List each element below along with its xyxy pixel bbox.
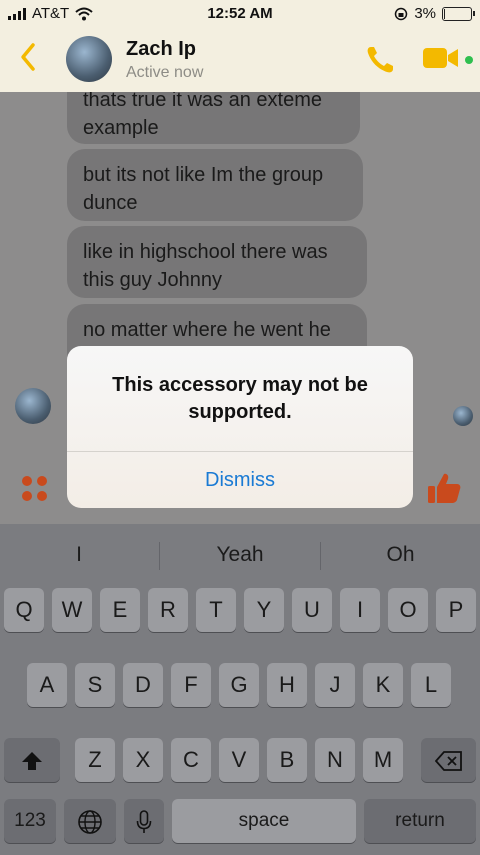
- key-r[interactable]: R: [148, 588, 188, 632]
- contact-avatar[interactable]: [66, 36, 112, 82]
- battery-percent: 3%: [414, 5, 436, 22]
- shift-arrow-icon: [22, 752, 42, 771]
- key-b[interactable]: B: [267, 738, 307, 782]
- phone-call-icon[interactable]: [364, 44, 396, 76]
- key-c[interactable]: C: [171, 738, 211, 782]
- key-o[interactable]: O: [388, 588, 428, 632]
- backspace-icon: [434, 751, 462, 772]
- return-key[interactable]: return: [364, 799, 476, 843]
- space-key[interactable]: space: [172, 799, 356, 843]
- shift-key[interactable]: [4, 738, 60, 782]
- key-q[interactable]: Q: [4, 588, 44, 632]
- key-z[interactable]: Z: [75, 738, 115, 782]
- key-m[interactable]: M: [363, 738, 403, 782]
- read-receipt-avatar: [453, 406, 473, 426]
- globe-key[interactable]: [64, 799, 116, 843]
- message-bubble[interactable]: but its not like Im the group dunce: [67, 149, 363, 221]
- key-v[interactable]: V: [219, 738, 259, 782]
- message-bubble[interactable]: like in highschool there was this guy Jo…: [67, 226, 367, 298]
- backspace-key[interactable]: [421, 738, 476, 782]
- key-f[interactable]: F: [171, 663, 211, 707]
- sender-avatar: [15, 388, 51, 424]
- prediction-2[interactable]: Yeah: [160, 524, 320, 586]
- contact-name[interactable]: Zach Ip: [126, 38, 196, 61]
- battery-fill: [444, 8, 445, 19]
- key-d[interactable]: D: [123, 663, 163, 707]
- video-call-icon[interactable]: [422, 46, 462, 70]
- key-l[interactable]: L: [411, 663, 451, 707]
- key-p[interactable]: P: [436, 588, 476, 632]
- back-chevron-icon[interactable]: [20, 42, 36, 72]
- key-h[interactable]: H: [267, 663, 307, 707]
- more-actions-icon[interactable]: [22, 476, 48, 502]
- messenger-screen: AT&T 12:52 AM 3% Zach Ip Active now that…: [0, 0, 480, 855]
- microphone-icon: [136, 810, 152, 834]
- key-e[interactable]: E: [100, 588, 140, 632]
- key-s[interactable]: S: [75, 663, 115, 707]
- prediction-1[interactable]: I: [0, 524, 158, 586]
- alert-message: This accessory may not be supported.: [112, 374, 368, 423]
- key-k[interactable]: K: [363, 663, 403, 707]
- dismiss-button[interactable]: Dismiss: [67, 452, 413, 508]
- chat-header: Zach Ip Active now: [0, 28, 480, 92]
- battery-icon: [442, 6, 475, 21]
- key-y[interactable]: Y: [244, 588, 284, 632]
- prediction-3[interactable]: Oh: [321, 524, 480, 586]
- online-indicator: [465, 56, 473, 64]
- message-bubble[interactable]: thats true it was an exteme example: [67, 92, 360, 144]
- key-g[interactable]: G: [219, 663, 259, 707]
- keyboard: I Yeah Oh Q W E R T Y U I O P A S D F G …: [0, 524, 480, 855]
- key-u[interactable]: U: [292, 588, 332, 632]
- numbers-key[interactable]: 123: [4, 799, 56, 843]
- key-n[interactable]: N: [315, 738, 355, 782]
- key-w[interactable]: W: [52, 588, 92, 632]
- globe-icon: [78, 810, 102, 834]
- key-t[interactable]: T: [196, 588, 236, 632]
- key-a[interactable]: A: [27, 663, 67, 707]
- accessory-alert-dialog: This accessory may not be supported. Dis…: [67, 346, 413, 508]
- dictation-key[interactable]: [124, 799, 164, 843]
- active-status: Active now: [126, 64, 204, 81]
- key-j[interactable]: J: [315, 663, 355, 707]
- thumbs-up-icon[interactable]: [426, 470, 462, 506]
- orientation-lock-icon: [395, 7, 408, 20]
- status-bar: AT&T 12:52 AM 3%: [0, 0, 480, 28]
- key-x[interactable]: X: [123, 738, 163, 782]
- key-i[interactable]: I: [340, 588, 380, 632]
